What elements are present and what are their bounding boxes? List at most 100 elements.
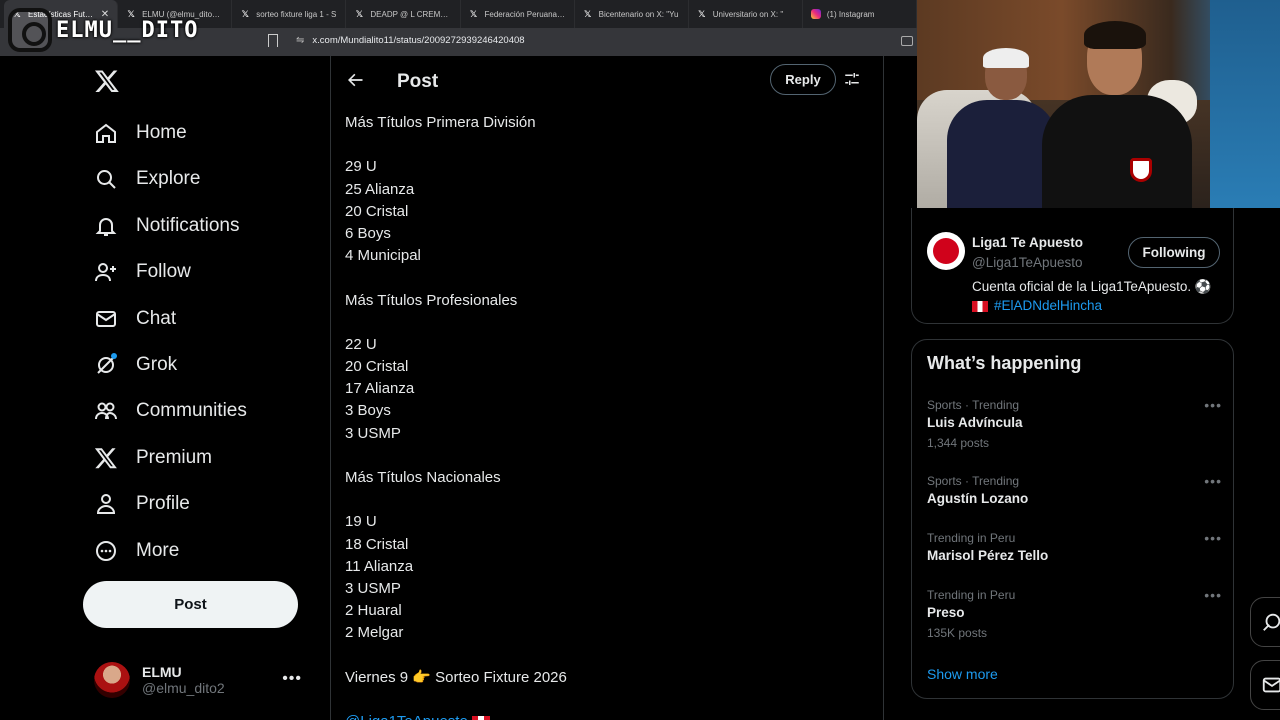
site-settings-icon[interactable]: ⇋	[296, 35, 304, 46]
nav-item-communities[interactable]: Communities	[94, 391, 247, 431]
browser-tab[interactable]: 𝕏 Federación Peruana de	[461, 0, 575, 28]
trend-post-count: 1,344 posts	[927, 436, 990, 450]
grok-icon	[1263, 613, 1280, 631]
trend-meta: Sports · Trending	[927, 398, 1020, 412]
nav-item-home[interactable]: Home	[94, 113, 187, 153]
post-line	[345, 489, 865, 511]
person-icon	[96, 494, 116, 515]
trends-title: What’s happening	[927, 353, 1082, 373]
mention-link[interactable]: @Liga1TeApuesto	[345, 713, 468, 720]
x-logo-icon: 𝕏	[469, 8, 478, 19]
post-line: Más Títulos Profesionales	[345, 291, 518, 309]
instagram-watermark-icon	[8, 8, 52, 52]
trend-item[interactable]: Trending in Peru Marisol Pérez Tello •••	[927, 530, 1222, 586]
hashtag-link[interactable]: #ElADNdelHincha	[994, 298, 1102, 313]
trend-meta: Sports · Trending	[927, 474, 1020, 488]
nav-item-label: More	[136, 539, 180, 561]
nav-item-follow[interactable]: Follow	[94, 252, 191, 292]
nav-item-label: Premium	[136, 446, 213, 468]
post-button[interactable]: Post	[83, 581, 298, 628]
grok-float-button[interactable]	[1250, 597, 1280, 647]
reply-button[interactable]: Reply	[770, 64, 836, 95]
browser-tab[interactable]: (1) Instagram	[803, 0, 917, 28]
post-line	[345, 134, 865, 156]
filter-sliders-icon[interactable]	[843, 70, 861, 88]
post-line: 19 U	[345, 513, 377, 531]
nav-item-grok[interactable]: Grok	[94, 345, 177, 385]
post-line: Más Títulos Nacionales	[345, 469, 501, 486]
trend-topic: Marisol Pérez Tello	[927, 548, 1049, 563]
trend-item[interactable]: Sports · Trending Agustín Lozano •••	[927, 473, 1222, 529]
post-line: 20 Cristal	[345, 358, 409, 376]
bookmark-icon[interactable]	[268, 34, 278, 47]
streamer-right	[1042, 21, 1192, 208]
tab-title: Bicentenario on X: "Yu	[598, 9, 679, 19]
tab-title: sorteo fixture liga 1 - S	[256, 9, 337, 19]
account-card-handle[interactable]: @Liga1TeApuesto	[972, 255, 1083, 270]
account-card: Liga1 Te Apuesto @Liga1TeApuesto Followi…	[911, 208, 1234, 324]
more-circle-icon	[96, 540, 116, 561]
account-card-name[interactable]: Liga1 Te Apuesto	[972, 235, 1083, 250]
nav-item-label: Follow	[136, 261, 191, 283]
instagram-icon	[810, 9, 821, 19]
post-line: 3 USMP	[345, 424, 401, 442]
nav-item-more[interactable]: More	[94, 531, 179, 571]
more-dots-icon[interactable]: •••	[282, 670, 302, 688]
people-icon	[95, 402, 117, 420]
browser-tab[interactable]: 𝕏 Universitario on X: "	[689, 0, 803, 28]
nav-item-label: Home	[136, 122, 187, 143]
x-logo-icon[interactable]	[94, 68, 120, 94]
trend-meta: Trending in Peru	[927, 588, 1016, 602]
screen-cast-icon[interactable]	[901, 36, 913, 46]
nav-item-chat[interactable]: Chat	[94, 299, 176, 339]
x-logo-icon: 𝕏	[583, 8, 592, 19]
post-line: 17 Alianza	[345, 380, 415, 398]
show-more-link[interactable]: Show more	[927, 666, 998, 682]
stream-watermark: ELMU__DITO	[8, 8, 198, 52]
post-line: 6 Boys	[345, 224, 391, 242]
post-line	[345, 689, 865, 711]
whats-happening-panel: What’s happening Sports · Trending Luis A…	[911, 339, 1234, 699]
x-icon	[94, 448, 117, 468]
browser-tab[interactable]: 𝕏sorteo fixture liga 1 - S	[232, 0, 347, 28]
mail-icon	[96, 310, 116, 327]
liga1-avatar[interactable]	[927, 232, 965, 270]
tab-title: DEADP @ L CREMA 29	[370, 9, 452, 19]
more-dots-icon[interactable]: •••	[1204, 530, 1222, 546]
home-icon	[96, 123, 116, 143]
back-arrow-icon[interactable]	[345, 70, 365, 90]
x-logo-icon: 𝕏	[355, 8, 363, 19]
messages-float-button[interactable]	[1250, 660, 1280, 710]
nav-item-explore[interactable]: Explore	[94, 159, 200, 199]
trend-item[interactable]: Sports · Trending Luis Advíncula 1,344 pos…	[927, 397, 1222, 453]
tab-title: (1) Instagram	[826, 9, 875, 19]
post-line	[345, 645, 865, 667]
following-button[interactable]: Following	[1128, 237, 1220, 268]
nav-item-notifications[interactable]: Notifications	[94, 206, 240, 246]
trend-item[interactable]: Trending in Peru Preso 135K posts •••	[927, 587, 1222, 643]
url-field[interactable]: ⇋ x.com/Mundialito11/status/200927293924…	[296, 35, 525, 46]
add-person-icon	[95, 263, 116, 282]
url-text: x.com/Mundialito11/status/20092729392464…	[312, 35, 525, 46]
more-dots-icon[interactable]: •••	[1204, 397, 1222, 413]
streamer-left	[947, 48, 1057, 208]
account-name: ELMU	[142, 664, 182, 680]
nav-item-premium[interactable]: Premium	[94, 438, 212, 478]
x-logo-icon: 𝕏	[241, 8, 249, 19]
tab-title: Universitario on X: "	[712, 9, 784, 19]
nav-item-profile[interactable]: Profile	[94, 484, 190, 524]
nav-item-label: Notifications	[136, 214, 240, 236]
browser-tab[interactable]: 𝕏 Bicentenario on X: "Yu	[575, 0, 689, 28]
post-line: 29 U	[345, 158, 377, 176]
post-line: 4 Municipal	[345, 247, 421, 265]
post-mention[interactable]: @Liga1TeApuesto	[345, 711, 865, 720]
tab-title: Federación Peruana de	[484, 9, 566, 19]
more-dots-icon[interactable]: •••	[1204, 587, 1222, 603]
browser-tab[interactable]: 𝕏 DEADP @ L CREMA 29	[346, 0, 461, 28]
post-line: 2 Huaral	[345, 602, 402, 620]
search-icon	[97, 170, 116, 190]
account-switcher[interactable]: ELMU @elmu_dito2 •••	[94, 656, 314, 704]
mail-icon	[1262, 677, 1280, 693]
more-dots-icon[interactable]: •••	[1204, 473, 1222, 489]
post-line	[345, 267, 865, 289]
